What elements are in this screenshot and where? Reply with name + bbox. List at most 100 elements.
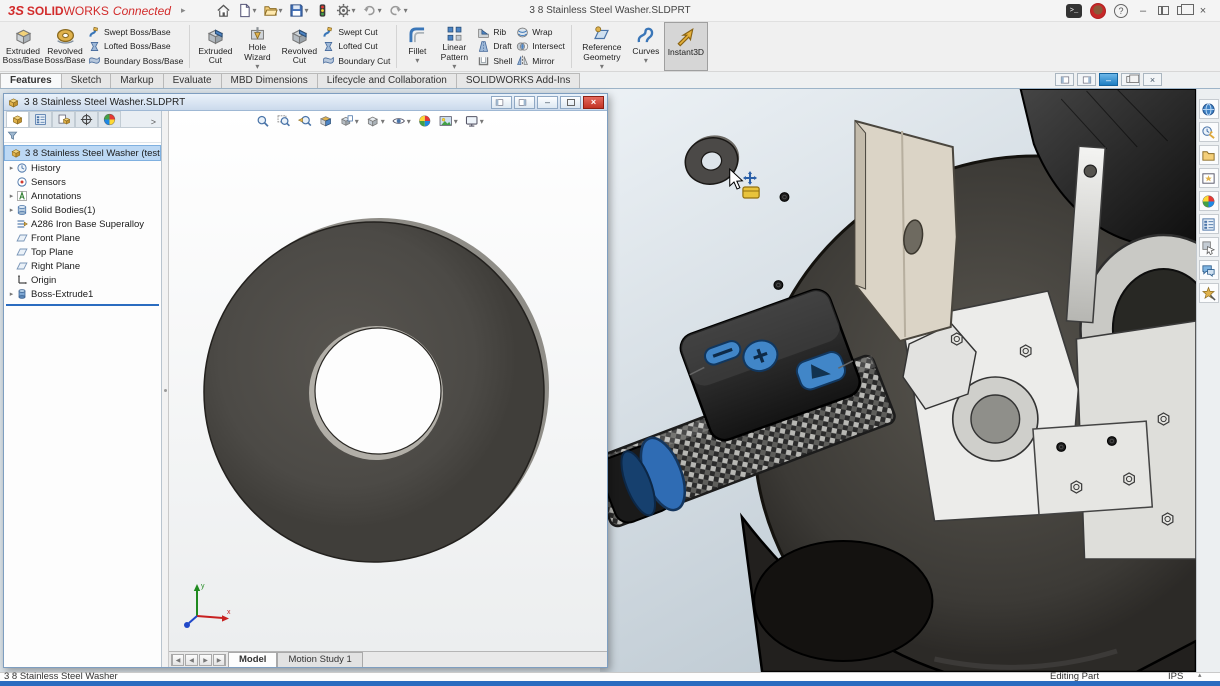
child-pane-left-button[interactable] (491, 96, 512, 109)
fillet-button[interactable]: Fillet▾ (401, 22, 433, 71)
home-button[interactable] (214, 2, 233, 19)
revolved-cut-button[interactable]: Revolved Cut (278, 22, 320, 71)
apply-scene-button[interactable]: ▾ (439, 114, 458, 128)
hide-show-items-button[interactable]: ▾ (392, 114, 411, 128)
model-tab[interactable]: Model (228, 652, 277, 667)
caret-down-icon[interactable]: ▾ (644, 56, 648, 65)
splitter-handle[interactable] (164, 389, 167, 392)
swept-cut-button[interactable]: Swept Cut (322, 25, 390, 39)
tree-item-history[interactable]: ▸History (4, 161, 161, 175)
sw-forum-button[interactable] (1199, 260, 1219, 280)
swept-boss-button[interactable]: Swept Boss/Base (88, 25, 183, 39)
caret-down-icon[interactable]: ▾ (600, 62, 604, 71)
rollback-bar[interactable] (6, 304, 159, 306)
section-view-button[interactable] (319, 114, 333, 128)
sw-resources-button[interactable] (1199, 122, 1219, 142)
undo-button[interactable]: ▾ (360, 2, 384, 19)
view-settings-button[interactable]: ▾ (465, 114, 484, 128)
linear-pattern-button[interactable]: Linear Pattern▾ (433, 22, 475, 71)
dimxpertmanager-tab[interactable] (75, 111, 98, 127)
user-avatar[interactable] (1090, 3, 1106, 19)
panel-splitter[interactable] (162, 111, 169, 667)
tree-item-solid-bodies[interactable]: ▸Solid Bodies(1) (4, 203, 161, 217)
zoom-to-area-button[interactable] (277, 114, 291, 128)
caret-down-icon[interactable]: ▾ (352, 6, 356, 15)
tab-evaluate[interactable]: Evaluate (163, 73, 222, 88)
close-button[interactable]: × (1196, 5, 1210, 17)
tab-scroll-last-button[interactable]: ▶ (213, 654, 226, 666)
tree-item-sensors[interactable]: Sensors (4, 175, 161, 189)
child-window-titlebar[interactable]: 3 8 Stainless Steel Washer.SLDPRT – × (4, 94, 607, 111)
caret-down-icon[interactable]: ▾ (452, 62, 456, 71)
doc-minimize-button[interactable]: – (1099, 73, 1118, 86)
assembly-viewport[interactable] (600, 89, 1196, 672)
child-minimize-button[interactable]: – (537, 96, 558, 109)
tab-scroll-prev-button[interactable]: ◀ (185, 654, 198, 666)
propertymanager-tab[interactable] (29, 111, 52, 127)
previous-view-button[interactable] (298, 114, 312, 128)
caret-down-icon[interactable]: ▾ (255, 62, 259, 71)
tree-filter-bar[interactable] (4, 128, 161, 143)
caret-down-icon[interactable]: ▾ (253, 6, 257, 15)
expand-icon[interactable]: ▸ (7, 206, 16, 214)
tab-features[interactable]: Features (0, 73, 62, 88)
open-button[interactable]: ▾ (261, 2, 285, 19)
motion-study-tab[interactable]: Motion Study 1 (277, 652, 362, 667)
caret-down-icon[interactable]: ▾ (415, 56, 419, 65)
options-button[interactable]: ▾ (334, 2, 358, 19)
rib-button[interactable]: Rib (477, 25, 512, 39)
terminal-icon[interactable]: >_ (1066, 4, 1082, 18)
tab-scroll-first-button[interactable]: ◀ (171, 654, 184, 666)
tree-item-boss-extrude1[interactable]: ▸Boss-Extrude1 (4, 287, 161, 301)
configurationmanager-tab[interactable] (52, 111, 75, 127)
save-button[interactable]: ▾ (287, 2, 311, 19)
tree-item-origin[interactable]: Origin (4, 273, 161, 287)
caret-down-icon[interactable]: ▾ (381, 117, 385, 126)
new-document-button[interactable]: ▾ (235, 2, 259, 19)
child-pane-right-button[interactable] (514, 96, 535, 109)
mirror-button[interactable]: Mirror (516, 54, 565, 68)
featuremanager-tree-tab[interactable] (6, 111, 29, 127)
pane-right-button[interactable] (1077, 73, 1096, 86)
boundary-boss-button[interactable]: Boundary Boss/Base (88, 54, 183, 68)
boundary-cut-button[interactable]: Boundary Cut (322, 54, 390, 68)
expand-icon[interactable]: ▸ (7, 164, 16, 172)
caret-down-icon[interactable]: ▾ (480, 117, 484, 126)
custom-properties-button[interactable] (1199, 237, 1219, 257)
shell-button[interactable]: Shell (477, 54, 512, 68)
tree-item-front-plane[interactable]: Front Plane (4, 231, 161, 245)
units-caret-icon[interactable]: ▴ (1198, 671, 1202, 679)
intersect-button[interactable]: Intersect (516, 39, 565, 53)
caret-down-icon[interactable]: ▾ (454, 117, 458, 126)
tab-sketch[interactable]: Sketch (61, 73, 112, 88)
expand-icon[interactable]: ▸ (7, 192, 16, 200)
file-explorer-button[interactable] (1199, 145, 1219, 165)
status-units[interactable]: IPS (1168, 671, 1183, 682)
expand-icon[interactable]: ▸ (7, 290, 16, 298)
3dexperience-button[interactable] (1199, 99, 1219, 119)
tree-item-material[interactable]: A286 Iron Base Superalloy (4, 217, 161, 231)
tree-item-top-plane[interactable]: Top Plane (4, 245, 161, 259)
caret-down-icon[interactable]: ▾ (378, 6, 382, 15)
tab-mbd-dimensions[interactable]: MBD Dimensions (221, 73, 318, 88)
caret-down-icon[interactable]: ▾ (404, 6, 408, 15)
appearances-button[interactable] (1199, 191, 1219, 211)
design-library-button[interactable] (1199, 168, 1219, 188)
displaymanager-tab[interactable] (98, 111, 121, 127)
lifecycle-status-button[interactable] (313, 2, 332, 19)
tab-lifecycle-collaboration[interactable]: Lifecycle and Collaboration (317, 73, 457, 88)
redo-button[interactable]: ▾ (386, 2, 410, 19)
lofted-cut-button[interactable]: Lofted Cut (322, 39, 390, 53)
tab-scroll-next-button[interactable]: ▶ (199, 654, 212, 666)
tree-item-right-plane[interactable]: Right Plane (4, 259, 161, 273)
wrap-button[interactable]: Wrap (516, 25, 565, 39)
revolved-boss-button[interactable]: Revolved Boss/Base (44, 22, 86, 71)
restore-button[interactable] (1177, 6, 1188, 15)
curves-button[interactable]: Curves▾ (628, 22, 664, 71)
tree-item-annotations[interactable]: ▸Annotations (4, 189, 161, 203)
edit-appearance-button[interactable] (418, 114, 432, 128)
display-style-button[interactable]: ▾ (366, 114, 385, 128)
view-orientation-button[interactable]: ▾ (340, 114, 359, 128)
instant3d-button[interactable]: Instant3D (664, 22, 708, 71)
pane-left-button[interactable] (1055, 73, 1074, 86)
